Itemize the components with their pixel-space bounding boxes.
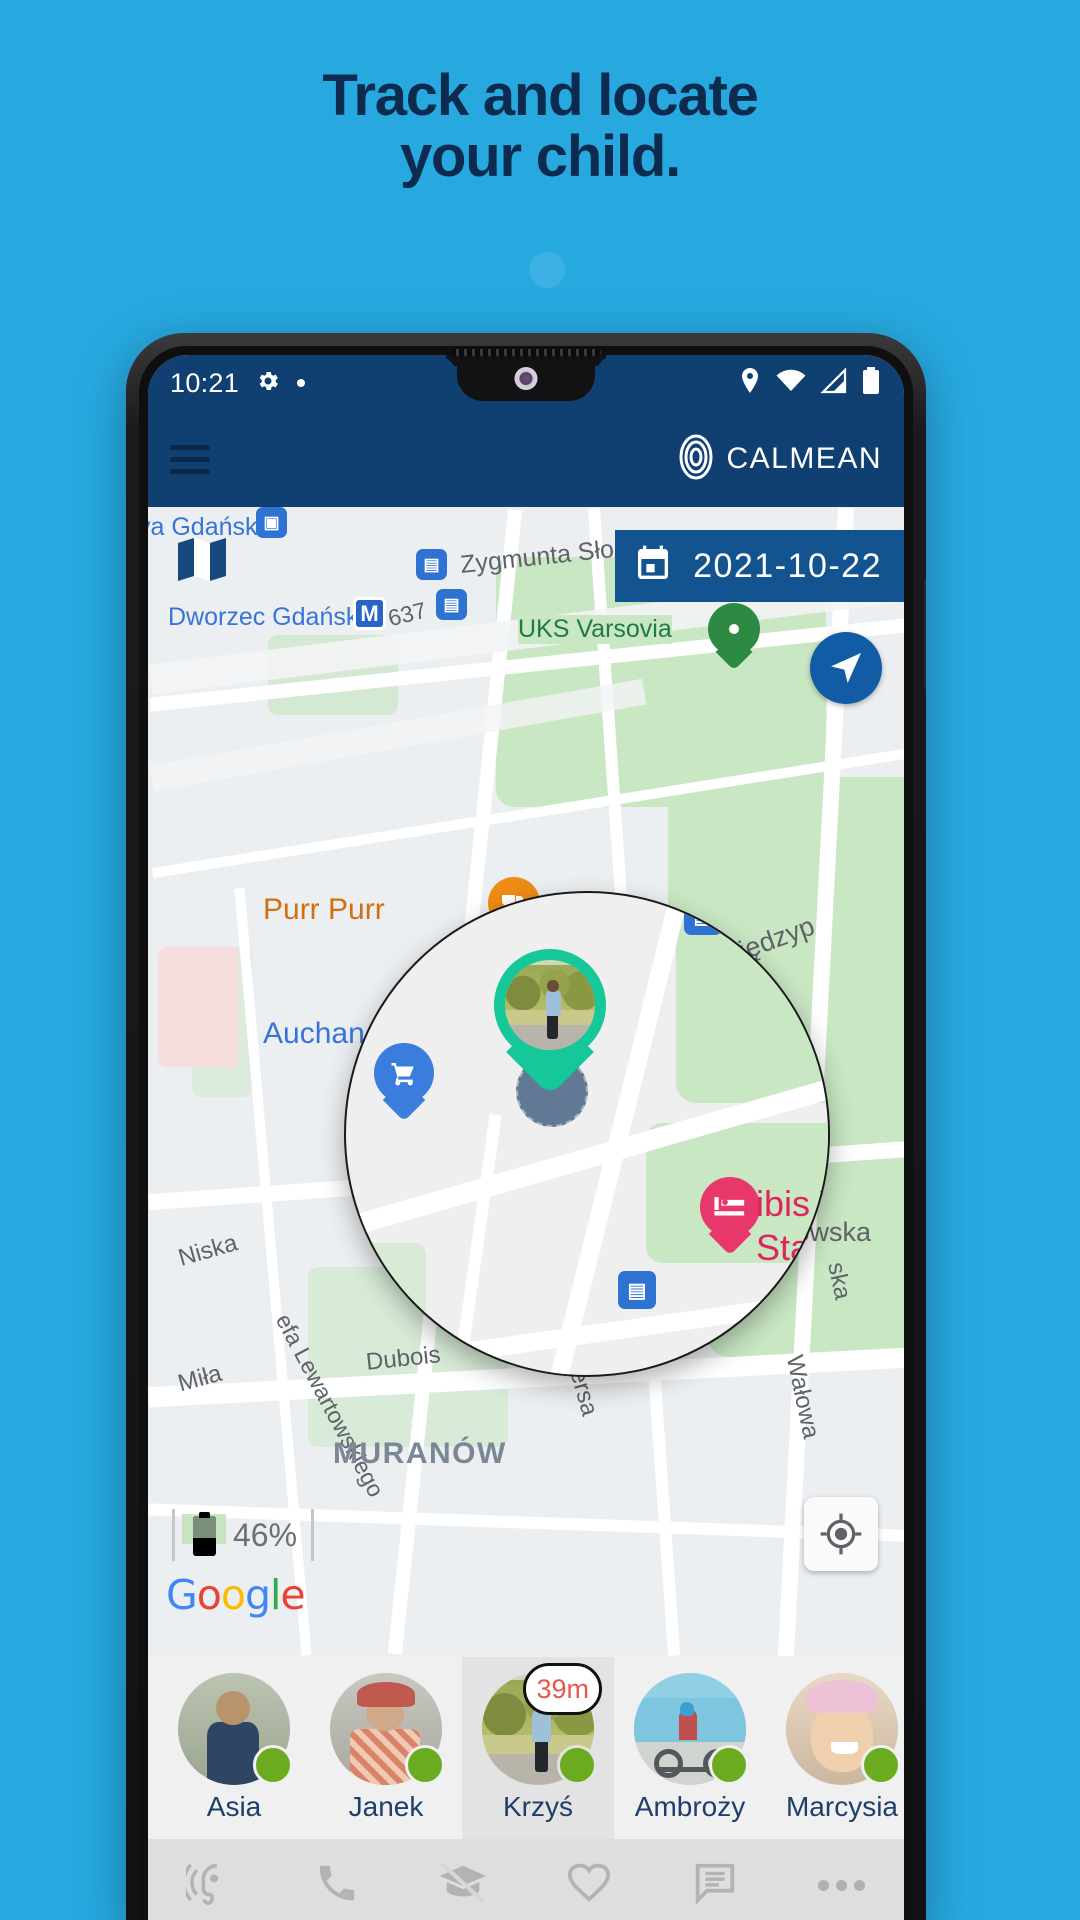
headline-line-1: Track and locate [322, 63, 759, 128]
my-location-crosshair-icon[interactable] [804, 1497, 878, 1571]
map-view[interactable]: 2021-10-22 46% Google va Gdańska ▣ Dworz… [148, 507, 904, 1657]
wifi-icon [776, 369, 806, 398]
child-marker-photo [505, 960, 595, 1050]
gear-icon [255, 368, 281, 399]
brand-logo: CALMEAN [673, 434, 882, 485]
battery-icon [182, 1512, 226, 1558]
signal-icon [820, 366, 848, 399]
nav-label: More [814, 1916, 869, 1920]
nav-item-listening[interactable]: Listening [148, 1839, 274, 1920]
ear-listening-icon [182, 1860, 236, 1911]
magnifier-content: an ▤ ▤ [346, 893, 828, 1375]
navigate-arrow-icon[interactable] [810, 632, 882, 704]
phone-icon [314, 1860, 360, 1911]
children-carousel[interactable]: Asia Janek 39m Krzyś Ambroży Marcysia [148, 1657, 904, 1839]
background-decoration-dot [529, 252, 565, 288]
child-card-asia[interactable]: Asia [158, 1657, 310, 1839]
battery-percent: 46% [233, 1516, 298, 1553]
tram-badge-icon: ▤ [436, 589, 467, 620]
hamburger-icon[interactable] [170, 444, 210, 474]
child-card-janek[interactable]: Janek [310, 1657, 462, 1839]
status-badge [557, 1745, 597, 1785]
map-label: Dworzec Gdański [168, 603, 364, 631]
place-marker-pin[interactable] [708, 603, 760, 671]
headline-line-2: your child. [399, 123, 681, 189]
status-badge [709, 1745, 749, 1785]
hotel-marker-pin[interactable] [700, 1177, 760, 1257]
nav-item-more[interactable]: More [778, 1839, 904, 1920]
earpiece-grille [451, 349, 601, 356]
google-letter: o [196, 1571, 222, 1619]
location-icon [738, 367, 762, 400]
child-card-ambrozy[interactable]: Ambroży [614, 1657, 766, 1839]
status-bar-clock: 10:21 [170, 367, 240, 398]
hotel-label-line-1: ibis Warsza [756, 1183, 828, 1224]
nav-item-lesson[interactable]: Lesson [400, 1839, 526, 1920]
front-camera [514, 367, 538, 390]
heart-icon [565, 1860, 613, 1911]
metro-badge-icon: M [353, 597, 386, 630]
tram-badge-icon: ▤ [416, 549, 447, 580]
battery-icon [862, 366, 880, 400]
child-card-krzys[interactable]: 39m Krzyś [462, 1657, 614, 1839]
google-letter: g [244, 1571, 271, 1619]
bottom-navigation[interactable]: Listening Call [148, 1839, 904, 1920]
nav-item-rewards[interactable]: Rewards [526, 1839, 652, 1920]
child-name: Krzyś [503, 1791, 573, 1822]
brand-name: CALMEAN [726, 442, 882, 475]
phone-mockup: 10:21 CALMEAN 2021-10-22 46% Google va G… [126, 333, 926, 1920]
calendar-icon [633, 544, 673, 589]
child-name: Janek [348, 1791, 424, 1822]
map-district-label: MURANÓW [333, 1437, 507, 1470]
bed-icon [714, 1197, 745, 1216]
child-name: Asia [206, 1791, 262, 1822]
status-badge [861, 1745, 901, 1785]
shopping-cart-marker-pin[interactable] [374, 1043, 434, 1123]
google-letter: e [280, 1571, 305, 1619]
tram-badge-icon: ▤ [618, 1271, 656, 1309]
google-attribution: Google [166, 1571, 306, 1619]
graduation-cap-off-icon [437, 1860, 489, 1911]
more-dots-icon [817, 1862, 865, 1908]
child-card-marcysia[interactable]: Marcysia [766, 1657, 904, 1839]
child-name: Marcysia [785, 1791, 898, 1822]
map-label: UKS Varsovia [518, 615, 672, 644]
google-letter: l [270, 1571, 281, 1619]
child-location-marker[interactable] [494, 949, 606, 1096]
map-label-partial: an [346, 1021, 353, 1055]
phone-screen: 10:21 CALMEAN 2021-10-22 46% Google va G… [148, 355, 904, 1920]
last-update-badge: 39m [523, 1663, 602, 1715]
shopping-cart-icon [391, 1063, 414, 1086]
chat-bubble-icon [691, 1860, 739, 1911]
tram-badge-icon: ▣ [256, 507, 287, 538]
google-letter: G [166, 1571, 198, 1619]
status-badge [405, 1745, 445, 1785]
nav-item-chat[interactable]: Chat [652, 1839, 778, 1920]
child-name: Ambroży [634, 1791, 746, 1822]
page-title: Track and locate your child. [0, 63, 1080, 189]
hotel-label-line-2: Stare Mias [756, 1227, 828, 1268]
selected-date: 2021-10-22 [693, 546, 882, 585]
power-button [924, 578, 926, 690]
map-layers-icon[interactable] [176, 537, 228, 583]
tram-badge-icon: ▤ [684, 897, 722, 935]
status-badge [253, 1745, 293, 1785]
child-battery-indicator: 46% [172, 1509, 315, 1561]
calmean-mark-icon [673, 434, 719, 485]
map-magnifier-circle: an ▤ ▤ [344, 891, 830, 1377]
nav-item-call[interactable]: Call [274, 1839, 400, 1920]
google-letter: o [220, 1571, 246, 1619]
app-header: CALMEAN [148, 411, 904, 507]
date-selector-chip[interactable]: 2021-10-22 [615, 530, 904, 602]
notification-dot-icon [297, 379, 306, 387]
